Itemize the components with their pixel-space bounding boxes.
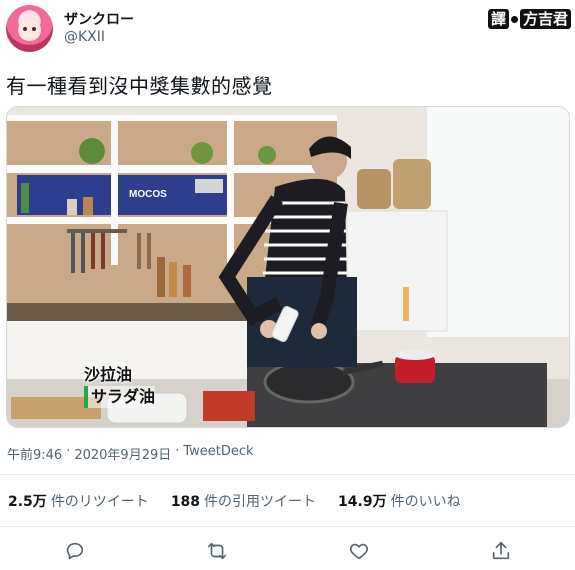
- translator-watermark: 譯 方吉君: [487, 8, 571, 30]
- share-icon: [492, 541, 510, 560]
- divider: [0, 474, 575, 475]
- person-hand-right: [311, 323, 327, 339]
- jar: [83, 197, 93, 215]
- display-name[interactable]: ザンクロー: [64, 9, 134, 29]
- tweet-media[interactable]: MOCOS 沙拉油 サラダ油: [6, 106, 570, 428]
- caption-line-1: 沙拉油: [84, 365, 133, 384]
- tweet-source[interactable]: TweetDeck: [183, 444, 253, 463]
- user-handle[interactable]: @KXII: [64, 29, 105, 45]
- fridge-magnet: [403, 287, 409, 321]
- plant-1: [79, 138, 105, 164]
- engagement-stats: 2.5万 件のリツイート 188 件の引用ツイート 14.9万 件のいいね: [8, 491, 461, 511]
- tweet-meta: 午前9:46 · 2020年9月29日 · TweetDeck: [7, 444, 254, 463]
- caption-line-2: サラダ油: [84, 386, 156, 408]
- store-sign: MOCOS: [129, 189, 167, 200]
- avatar-face: [18, 19, 41, 41]
- utensil: [71, 233, 75, 273]
- cactus: [21, 183, 29, 213]
- utensil: [81, 233, 85, 273]
- share-button[interactable]: [487, 537, 515, 565]
- bottle: [169, 262, 177, 297]
- utensil: [101, 233, 105, 269]
- quotes-stat[interactable]: 188 件の引用ツイート: [171, 491, 316, 511]
- retweets-label: 件のリツイート: [50, 494, 149, 510]
- utensil: [91, 233, 95, 269]
- retweet-icon: [207, 542, 227, 560]
- bottle: [183, 265, 191, 297]
- jar: [67, 199, 77, 215]
- shelf-divider-2: [227, 115, 234, 265]
- tweet-time[interactable]: 午前9:46: [7, 444, 62, 463]
- shelf-board-1: [7, 165, 337, 173]
- divider: [0, 526, 575, 527]
- quotes-label: 件の引用ツイート: [204, 494, 317, 510]
- red-box: [203, 391, 255, 421]
- video-caption: 沙拉油 サラダ油: [84, 364, 156, 408]
- retweets-stat[interactable]: 2.5万 件のリツイート: [8, 491, 149, 511]
- bottle: [157, 257, 165, 297]
- plant-2: [191, 142, 213, 164]
- retweets-count: 2.5万: [8, 494, 47, 510]
- pot-lid: [395, 350, 435, 360]
- tweet-date[interactable]: 2020年9月29日: [74, 444, 171, 463]
- avatar-eye-right: [32, 27, 36, 31]
- translator-name: 方吉君: [519, 9, 571, 29]
- shelf-top: [7, 115, 337, 121]
- meta-separator: ·: [175, 444, 180, 459]
- window: [427, 107, 569, 337]
- plant-3: [258, 146, 276, 164]
- blue-panel: [17, 175, 111, 215]
- meta-separator: ·: [66, 444, 71, 459]
- tweet-text: 有一種看到沒中獎集數的感覺: [6, 74, 273, 98]
- reply-icon: [66, 542, 84, 560]
- likes-count: 14.9万: [338, 494, 387, 510]
- likes-stat[interactable]: 14.9万 件のいいね: [338, 491, 461, 511]
- barrel-2: [357, 169, 391, 209]
- quotes-count: 188: [170, 494, 201, 510]
- frying-pan: [263, 360, 355, 404]
- fridge: [346, 210, 448, 332]
- avatar[interactable]: [6, 5, 53, 52]
- retweet-button[interactable]: [203, 537, 231, 565]
- translator-prefix: 譯: [487, 9, 509, 29]
- utensil: [137, 233, 141, 269]
- action-bar: [0, 537, 575, 565]
- barrel-1: [393, 159, 431, 209]
- like-button[interactable]: [345, 537, 373, 565]
- jar: [195, 179, 223, 193]
- translator-dot: [510, 15, 518, 23]
- utensil: [147, 233, 151, 269]
- likes-label: 件のいいね: [390, 494, 461, 510]
- utensil-rack: [67, 229, 127, 233]
- avatar-eye-left: [23, 27, 27, 31]
- like-icon: [350, 543, 368, 560]
- reply-button[interactable]: [61, 537, 89, 565]
- shelf-divider-1: [111, 115, 118, 265]
